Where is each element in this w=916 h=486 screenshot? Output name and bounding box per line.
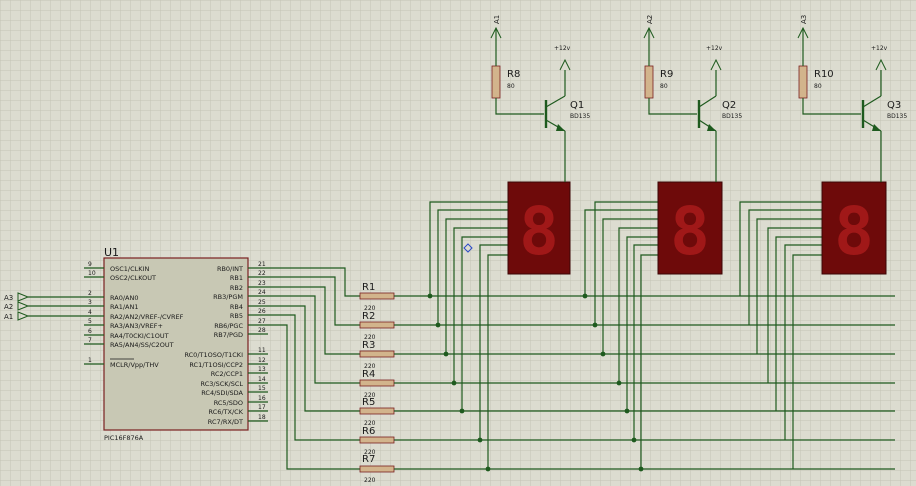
- resistor-ref: R8: [507, 69, 520, 80]
- pin-num: 1: [88, 357, 92, 364]
- transistor-part: BD135: [570, 113, 590, 120]
- pin-num: 24: [258, 289, 266, 296]
- pin-num: 2: [88, 290, 92, 297]
- transistor-part: BD135: [722, 113, 742, 120]
- pin-name: RA2/AN2/VREF-/CVREF: [110, 313, 184, 321]
- pin-num: 13: [258, 366, 266, 373]
- pin-name: RC2/CCP1: [211, 370, 243, 378]
- resistor-ref: R3: [362, 340, 375, 351]
- pin-num: 27: [258, 318, 266, 325]
- base-resistor[interactable]: [491, 65, 501, 99]
- pin-num: 25: [258, 299, 266, 306]
- base-resistor[interactable]: [798, 65, 808, 99]
- resistor-ref: R6: [362, 426, 375, 437]
- pin-num: 23: [258, 280, 266, 287]
- pin-num: 9: [88, 261, 92, 268]
- resistor-value: 80: [814, 83, 822, 90]
- mcu-part: PIC16F876A: [104, 434, 144, 442]
- resistor-ref: R9: [660, 69, 673, 80]
- resistor-ref: R10: [814, 69, 834, 80]
- pin-num: 17: [258, 404, 266, 411]
- net-label: A2: [646, 15, 654, 24]
- seven-segment-display-2[interactable]: 8: [657, 181, 723, 275]
- pin-num: 6: [88, 328, 92, 335]
- digit-glyph: 8: [834, 193, 874, 270]
- pin-num: 26: [258, 308, 266, 315]
- resistor-ref: R2: [362, 311, 375, 322]
- pin-name: RB1: [230, 274, 243, 282]
- net-label: A3: [800, 15, 808, 24]
- pin-name: MCLR/Vpp/THV: [110, 361, 159, 369]
- pin-name: RC6/TX/CK: [209, 408, 244, 416]
- pin-num: 22: [258, 270, 266, 277]
- pin-name: RB3/PGM: [213, 293, 243, 301]
- digit-glyph: 8: [519, 193, 559, 270]
- transistor-ref: Q2: [722, 100, 736, 111]
- resistor-ref: R5: [362, 397, 375, 408]
- pin-name: RB7/PGD: [214, 331, 243, 339]
- resistor-ref: R1: [362, 282, 375, 293]
- pin-name: RB6/PGC: [214, 322, 243, 330]
- pin-num: 7: [88, 337, 92, 344]
- mcu-ref: U1: [104, 246, 119, 259]
- supply-label: +12v: [554, 45, 571, 52]
- pin-num: 4: [88, 309, 92, 316]
- transistor-ref: Q3: [887, 100, 901, 111]
- transistor-ref: Q1: [570, 100, 584, 111]
- transistor-part: BD135: [887, 113, 907, 120]
- net-label: A1: [493, 15, 501, 24]
- pin-num: 10: [88, 270, 96, 277]
- digit-glyph: 8: [670, 193, 710, 270]
- seven-segment-display-3[interactable]: 8: [821, 181, 887, 275]
- pin-num: 16: [258, 395, 266, 402]
- pin-num: 5: [88, 318, 92, 325]
- pin-name: RA0/AN0: [110, 294, 138, 302]
- pin-name: RC7/RX/DT: [208, 418, 243, 426]
- base-resistor[interactable]: [644, 65, 654, 99]
- port-label: A2: [4, 303, 13, 311]
- pin-name: RB4: [230, 303, 243, 311]
- resistor-ref: R7: [362, 454, 375, 465]
- pin-num: 12: [258, 357, 266, 364]
- resistor-value: 220: [364, 477, 376, 484]
- pin-num: 11: [258, 347, 266, 354]
- supply-label: +12v: [706, 45, 723, 52]
- pin-name: RA3/AN3/VREF+: [110, 322, 163, 330]
- resistor-value: 80: [507, 83, 515, 90]
- pin-name: RC3/SCK/SCL: [201, 380, 244, 388]
- resistor-value: 80: [660, 83, 668, 90]
- pin-num: 3: [88, 299, 92, 306]
- pin-num: 28: [258, 327, 266, 334]
- pin-name: RC1/T1OSI/CCP2: [189, 361, 243, 369]
- pin-name: OSC2/CLKOUT: [110, 274, 156, 282]
- pin-name: RB5: [230, 312, 243, 320]
- port-label: A3: [4, 294, 13, 302]
- pin-name: RB2: [230, 284, 243, 292]
- schematic-canvas: U1 PIC16F876A 9 OSC1/CLKIN 10 OSC2/CLKOU…: [0, 0, 916, 486]
- resistor-ref: R4: [362, 369, 375, 380]
- pin-name: RA4/T0CKI/C1OUT: [110, 332, 169, 340]
- pin-name: OSC1/CLKIN: [110, 265, 149, 273]
- pin-name: RB0/INT: [217, 265, 243, 273]
- pin-name: RC5/SDO: [214, 399, 243, 407]
- pin-num: 21: [258, 261, 266, 268]
- seven-segment-display-1[interactable]: 8: [507, 181, 571, 275]
- supply-label: +12v: [871, 45, 888, 52]
- pin-name: RA1/AN1: [110, 303, 138, 311]
- pin-num: 14: [258, 376, 266, 383]
- pin-name: RC4/SDI/SDA: [201, 389, 243, 397]
- pin-name: RC0/T1OSO/T1CKI: [184, 351, 243, 359]
- pin-num: 15: [258, 385, 266, 392]
- mcu-u1[interactable]: U1 PIC16F876A 9 OSC1/CLKIN 10 OSC2/CLKOU…: [84, 246, 268, 442]
- pin-num: 18: [258, 414, 266, 421]
- port-label: A1: [4, 313, 13, 321]
- pin-name: RA5/AN4/SS/C2OUT: [110, 341, 174, 349]
